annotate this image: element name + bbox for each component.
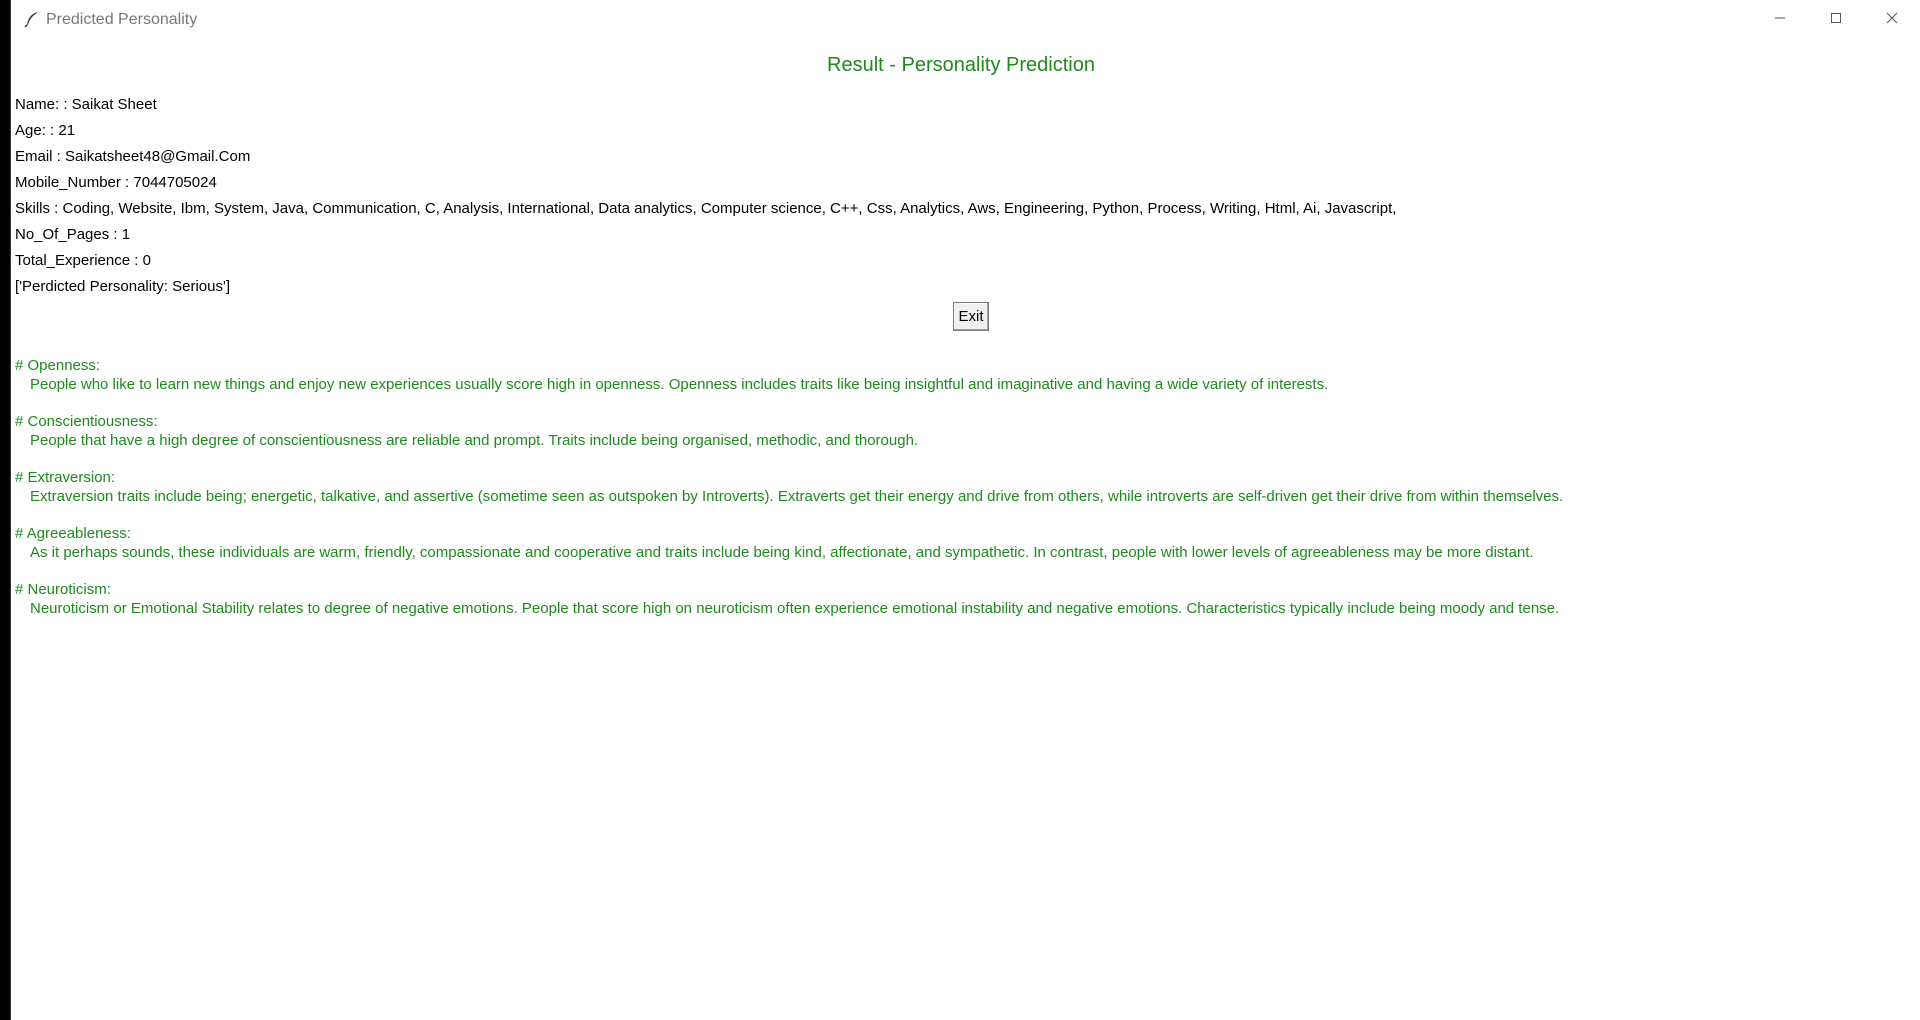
info-name: Name: : Saikat Sheet: [15, 96, 157, 113]
info-mobile: Mobile_Number : 7044705024: [15, 174, 217, 191]
maximize-icon: [1830, 11, 1842, 29]
close-button[interactable]: [1864, 0, 1920, 40]
info-age: Age: : 21: [15, 122, 76, 139]
trait-agreeableness-title: # Agreeableness:: [15, 525, 131, 542]
trait-conscientiousness-title: # Conscientiousness:: [15, 413, 158, 430]
trait-extraversion-title: # Extraversion:: [15, 469, 116, 486]
exit-button[interactable]: Exit: [953, 302, 989, 331]
trait-openness-description: People who like to learn new things and …: [30, 376, 1329, 393]
trait-extraversion-description: Extraversion traits include being; energ…: [30, 488, 1564, 505]
title-bar[interactable]: Predicted Personality: [11, 0, 1920, 40]
minimize-icon: [1774, 11, 1786, 29]
window-title: Predicted Personality: [46, 11, 198, 28]
info-email: Email : Saikatsheet48@Gmail.Com: [15, 148, 251, 165]
trait-openness-title: # Openness:: [15, 357, 101, 374]
trait-agreeableness-description: As it perhaps sounds, these individuals …: [30, 544, 1534, 561]
info-pages: No_Of_Pages : 1: [15, 226, 131, 243]
minimize-button[interactable]: [1752, 0, 1808, 40]
predicted-personality: ['Perdicted Personality: Serious']: [15, 278, 230, 295]
predicted-personality-window: Predicted Personality Result - Personali…: [10, 0, 1920, 1020]
maximize-button[interactable]: [1808, 0, 1864, 40]
trait-neuroticism-description: Neuroticism or Emotional Stability relat…: [30, 600, 1560, 617]
info-skills: Skills : Coding, Website, Ibm, System, J…: [15, 200, 1397, 217]
page-title: Result - Personality Prediction: [827, 54, 1095, 76]
close-icon: [1886, 11, 1898, 29]
trait-neuroticism-title: # Neuroticism:: [15, 581, 111, 598]
info-experience: Total_Experience : 0: [15, 252, 151, 269]
trait-conscientiousness-description: People that have a high degree of consci…: [30, 432, 919, 449]
feather-icon: [23, 10, 41, 28]
